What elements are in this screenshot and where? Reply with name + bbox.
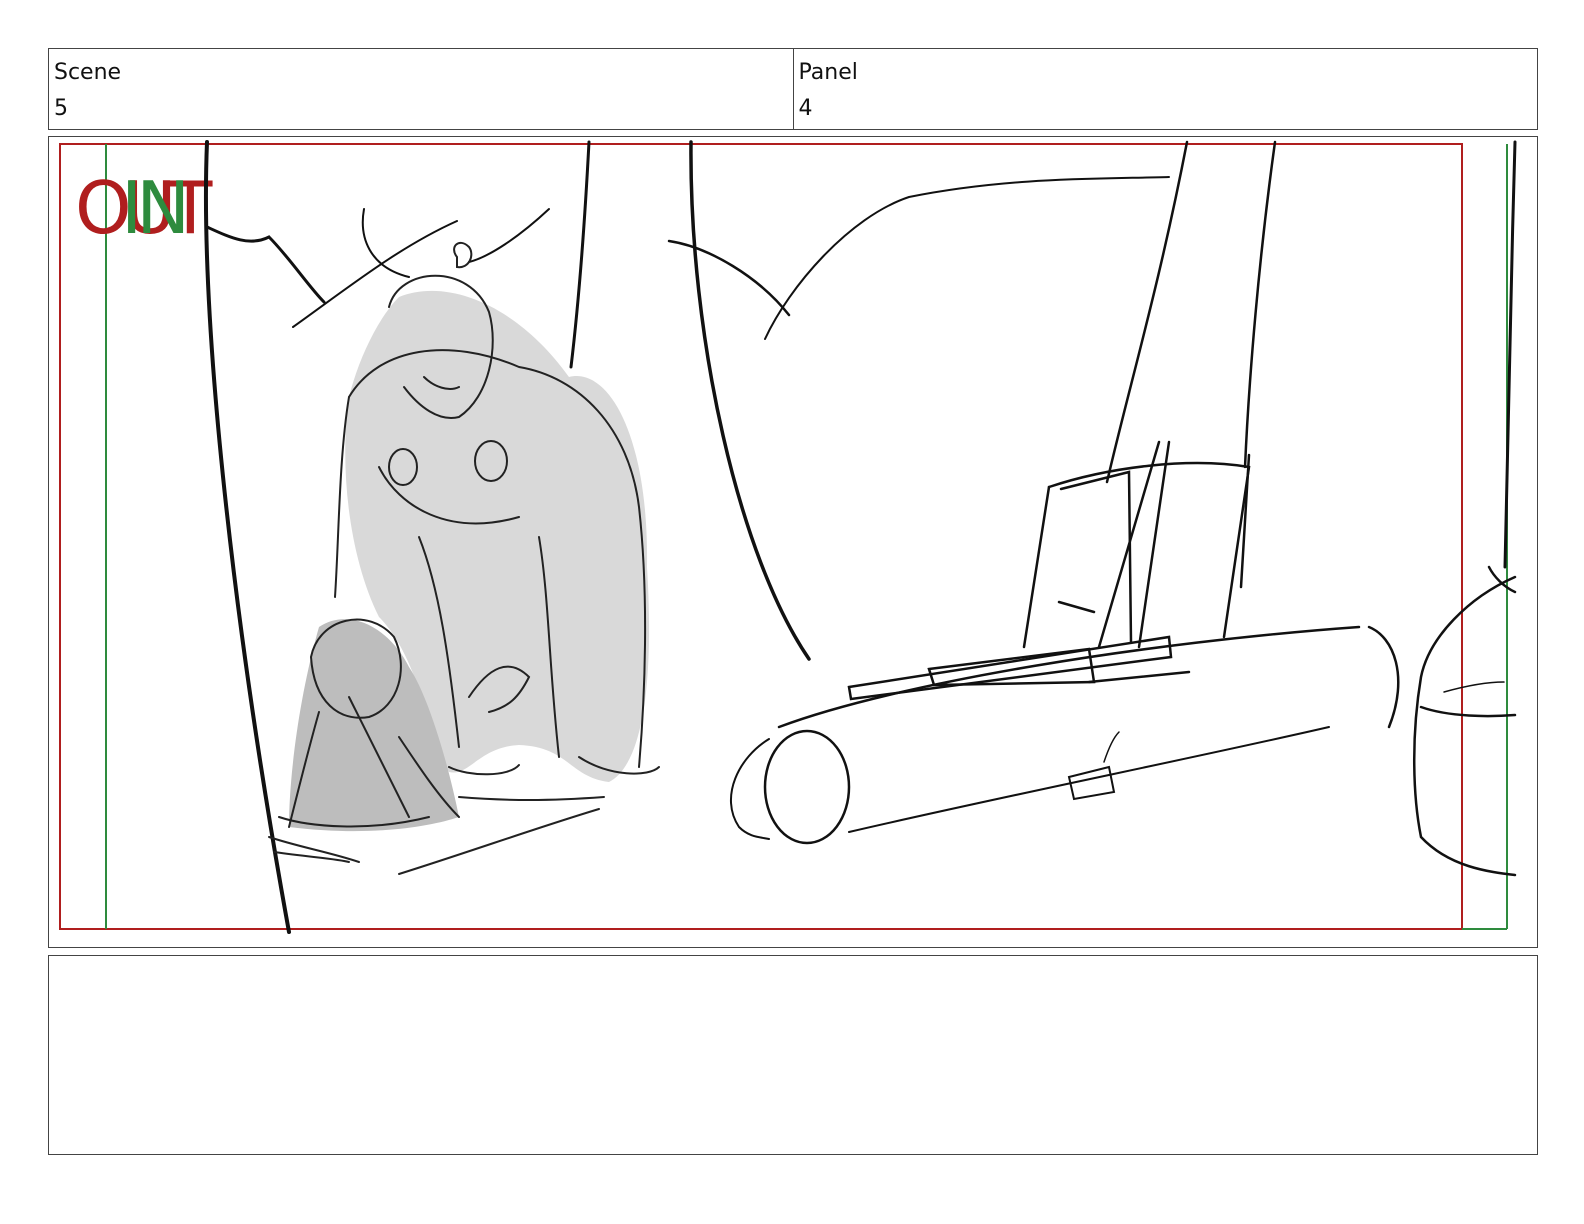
out-frame — [59, 143, 1463, 930]
fallen-log — [729, 625, 1400, 845]
notes-box[interactable] — [48, 955, 1538, 1155]
scene-label: Scene — [54, 60, 122, 85]
scene-cell: Scene 5 — [49, 49, 793, 129]
panel-cell: Panel 4 — [792, 49, 1538, 129]
panel-number: 4 — [798, 96, 813, 121]
cooking-pot — [1412, 565, 1517, 877]
scene-number: 5 — [54, 96, 68, 121]
figure-tone — [289, 290, 650, 832]
panel-label: Panel — [798, 60, 858, 85]
storyboard-panel: OUT IN — [48, 136, 1538, 948]
panel-header: Scene 5 Panel 4 — [48, 48, 1538, 130]
panel-sketch: OUT IN — [59, 140, 1517, 934]
in-label: IN — [121, 166, 184, 250]
backpack-frame — [847, 440, 1251, 701]
